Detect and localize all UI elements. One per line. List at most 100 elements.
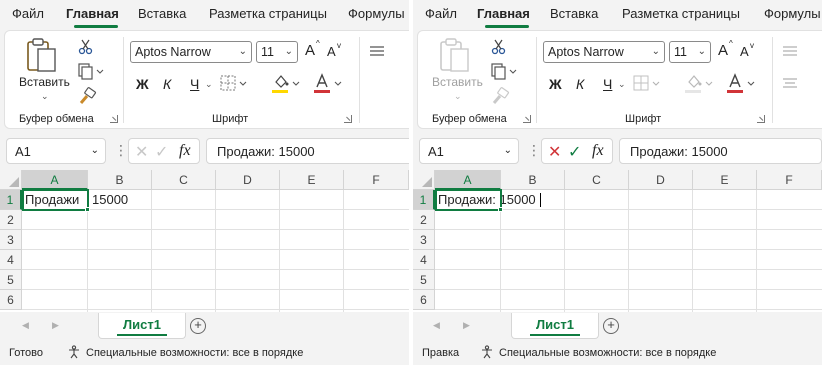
underline-button[interactable]: Ч	[603, 76, 612, 92]
font-color-icon[interactable]	[313, 73, 345, 95]
clipboard-launcher-icon[interactable]	[110, 115, 118, 123]
tab-page-layout[interactable]: Разметка страницы	[209, 6, 327, 21]
font-launcher-icon[interactable]	[344, 115, 352, 123]
row-header-6[interactable]: 6	[0, 290, 22, 310]
column-header-b[interactable]: B	[501, 170, 565, 190]
confirm-entry-icon[interactable]: ✓	[155, 142, 168, 162]
font-name-combo[interactable]: Aptos Narrow ⌄	[543, 41, 665, 63]
font-color-icon[interactable]	[726, 73, 758, 95]
row-header-4[interactable]: 4	[0, 250, 22, 270]
row-header-5[interactable]: 5	[413, 270, 435, 290]
tab-insert[interactable]: Вставка	[550, 6, 598, 21]
fill-handle[interactable]	[85, 207, 90, 212]
row-header-2[interactable]: 2	[413, 210, 435, 230]
prev-sheet-icon[interactable]: ◀	[22, 320, 29, 331]
tab-file[interactable]: Файл	[12, 6, 44, 21]
paste-icon[interactable]	[438, 37, 472, 75]
format-painter-icon[interactable]	[490, 87, 510, 105]
add-sheet-icon[interactable]: +	[190, 318, 206, 334]
underline-button[interactable]: Ч	[190, 76, 199, 92]
tab-insert[interactable]: Вставка	[138, 6, 186, 21]
column-header-c[interactable]: C	[565, 170, 629, 190]
row-header-1[interactable]: 1	[413, 190, 435, 210]
worksheet-grid[interactable]: A B C D E F 1 2 3 4 5 6 Продажи 15000	[0, 170, 409, 312]
fill-handle[interactable]	[498, 207, 503, 212]
tab-home[interactable]: Главная	[66, 6, 119, 21]
insert-function-icon[interactable]: fx	[592, 142, 604, 160]
shrink-font-icon[interactable]: A	[740, 44, 749, 59]
more-options-icon[interactable]: ⋮	[114, 142, 128, 159]
shrink-font-icon[interactable]: A	[327, 44, 336, 59]
bold-button[interactable]: Ж	[136, 76, 149, 92]
next-sheet-icon[interactable]: ▶	[463, 320, 470, 331]
worksheet-grid[interactable]: A B C D E F 1 2 3 4 5 6 Продажи: 15000	[413, 170, 822, 312]
name-box[interactable]: A1 ⌄	[419, 138, 519, 164]
tab-page-layout[interactable]: Разметка страницы	[622, 6, 740, 21]
select-all-button[interactable]	[413, 170, 435, 190]
formula-input[interactable]: Продажи: 15000	[206, 138, 409, 164]
tab-file[interactable]: Файл	[425, 6, 457, 21]
italic-button[interactable]: К	[163, 76, 171, 92]
next-sheet-icon[interactable]: ▶	[52, 320, 59, 331]
accessibility-icon[interactable]	[480, 345, 494, 359]
prev-sheet-icon[interactable]: ◀	[433, 320, 440, 331]
fill-color-icon[interactable]	[684, 73, 716, 95]
fill-color-icon[interactable]	[271, 73, 303, 95]
accessibility-icon[interactable]	[67, 345, 81, 359]
cancel-entry-icon[interactable]: ✕	[135, 142, 148, 162]
underline-chevron-icon[interactable]: ⌄	[618, 79, 626, 90]
add-sheet-icon[interactable]: +	[603, 318, 619, 334]
formula-input[interactable]: Продажи: 15000	[619, 138, 822, 164]
row-header-6[interactable]: 6	[413, 290, 435, 310]
align-left-icon[interactable]	[783, 45, 797, 57]
paste-label[interactable]: Вставить	[432, 75, 483, 89]
insert-function-icon[interactable]: fx	[179, 142, 191, 160]
more-options-icon[interactable]: ⋮	[527, 142, 541, 159]
font-size-combo[interactable]: 11 ⌄	[669, 41, 711, 63]
font-size-combo[interactable]: 11 ⌄	[256, 41, 298, 63]
column-header-f[interactable]: F	[344, 170, 409, 190]
underline-chevron-icon[interactable]: ⌄	[205, 79, 213, 90]
cut-icon[interactable]	[491, 39, 507, 55]
sheet-tab-list1[interactable]: Лист1	[98, 313, 186, 339]
column-header-a[interactable]: A	[435, 170, 501, 190]
paste-icon[interactable]	[25, 37, 59, 75]
format-painter-icon[interactable]	[77, 87, 97, 105]
column-header-c[interactable]: C	[152, 170, 216, 190]
font-name-combo[interactable]: Aptos Narrow ⌄	[130, 41, 252, 63]
sheet-tab-list1[interactable]: Лист1	[511, 313, 599, 339]
tab-home[interactable]: Главная	[477, 6, 530, 21]
row-header-4[interactable]: 4	[413, 250, 435, 270]
row-header-1[interactable]: 1	[0, 190, 22, 210]
paste-label[interactable]: Вставить	[19, 75, 70, 89]
tab-formulas[interactable]: Формулы	[764, 6, 821, 21]
column-header-b[interactable]: B	[88, 170, 152, 190]
column-header-d[interactable]: D	[629, 170, 693, 190]
name-box[interactable]: A1 ⌄	[6, 138, 106, 164]
column-header-f[interactable]: F	[757, 170, 822, 190]
row-header-3[interactable]: 3	[413, 230, 435, 250]
cut-icon[interactable]	[78, 39, 94, 55]
row-header-2[interactable]: 2	[0, 210, 22, 230]
align-left-icon[interactable]	[370, 45, 384, 57]
tab-formulas[interactable]: Формулы	[348, 6, 405, 21]
font-launcher-icon[interactable]	[757, 115, 765, 123]
select-all-button[interactable]	[0, 170, 22, 190]
column-header-e[interactable]: E	[693, 170, 757, 190]
column-header-d[interactable]: D	[216, 170, 280, 190]
align-center-icon[interactable]	[783, 77, 797, 89]
grow-font-icon[interactable]: A	[305, 42, 315, 59]
cell-b1[interactable]: 15000	[92, 190, 128, 209]
accessibility-status[interactable]: Специальные возможности: все в порядке	[499, 347, 716, 359]
paste-chevron-icon[interactable]: ⌄	[454, 91, 462, 102]
column-header-e[interactable]: E	[280, 170, 344, 190]
row-header-3[interactable]: 3	[0, 230, 22, 250]
copy-icon[interactable]	[77, 62, 105, 80]
paste-chevron-icon[interactable]: ⌄	[41, 91, 49, 102]
italic-button[interactable]: К	[576, 76, 584, 92]
bold-button[interactable]: Ж	[549, 76, 562, 92]
accessibility-status[interactable]: Специальные возможности: все в порядке	[86, 347, 303, 359]
column-header-a[interactable]: A	[22, 170, 88, 190]
borders-icon[interactable]	[219, 74, 249, 94]
grow-font-icon[interactable]: A	[718, 42, 728, 59]
